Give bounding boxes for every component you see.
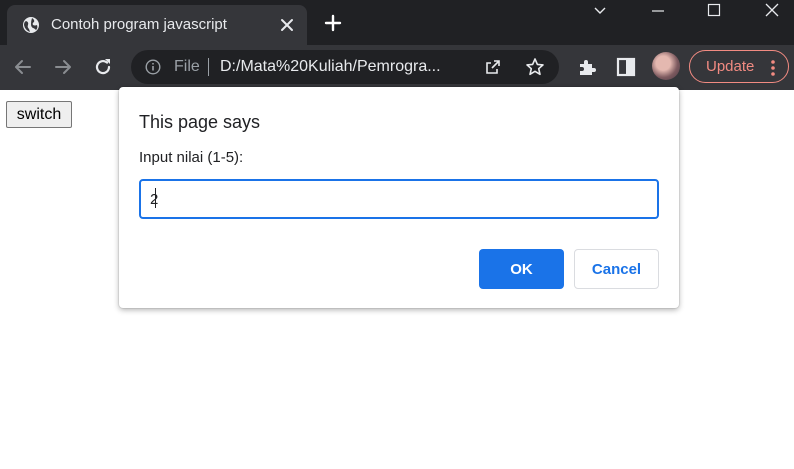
url-separator [208,58,209,76]
profile-avatar[interactable] [652,52,680,80]
cancel-button[interactable]: Cancel [574,249,659,289]
chevron-down-icon[interactable] [575,0,625,24]
reload-icon[interactable] [92,56,114,78]
close-icon[interactable] [279,17,295,33]
url-text[interactable]: D:/Mata%20Kuliah/Pemrogra... [220,58,441,76]
back-arrow-icon[interactable] [12,56,34,78]
tab-title: Contoh program javascript [51,16,227,33]
browser-toolbar: File D:/Mata%20Kuliah/Pemrogra... Update [0,45,794,90]
dialog-message: Input nilai (1-5): [139,149,244,166]
prompt-input[interactable] [139,179,659,219]
forward-arrow-icon[interactable] [52,56,74,78]
globe-icon [23,17,39,33]
info-icon[interactable] [145,59,161,75]
maximize-icon[interactable] [689,0,739,24]
ok-button[interactable]: OK [479,249,564,289]
update-label: Update [706,58,755,75]
dialog-title: This page says [139,112,261,132]
address-bar[interactable]: File D:/Mata%20Kuliah/Pemrogra... [131,50,559,84]
url-scheme-label: File [174,58,200,75]
minimize-icon[interactable] [633,0,683,24]
close-icon[interactable] [747,0,794,24]
share-icon[interactable] [484,58,502,76]
side-panel-icon[interactable] [615,56,637,78]
bookmark-star-icon[interactable] [525,57,545,77]
puzzle-icon[interactable] [576,56,598,78]
browser-titlebar: Contoh program javascript [0,0,794,45]
kebab-menu-icon[interactable] [770,59,776,77]
update-button[interactable]: Update [689,50,789,83]
prompt-dialog: This page says Input nilai (1-5): OK Can… [119,87,679,308]
new-tab-plus-icon[interactable] [323,13,343,33]
browser-tab[interactable]: Contoh program javascript [7,5,307,45]
text-caret [155,188,156,208]
switch-button[interactable]: switch [6,101,72,128]
